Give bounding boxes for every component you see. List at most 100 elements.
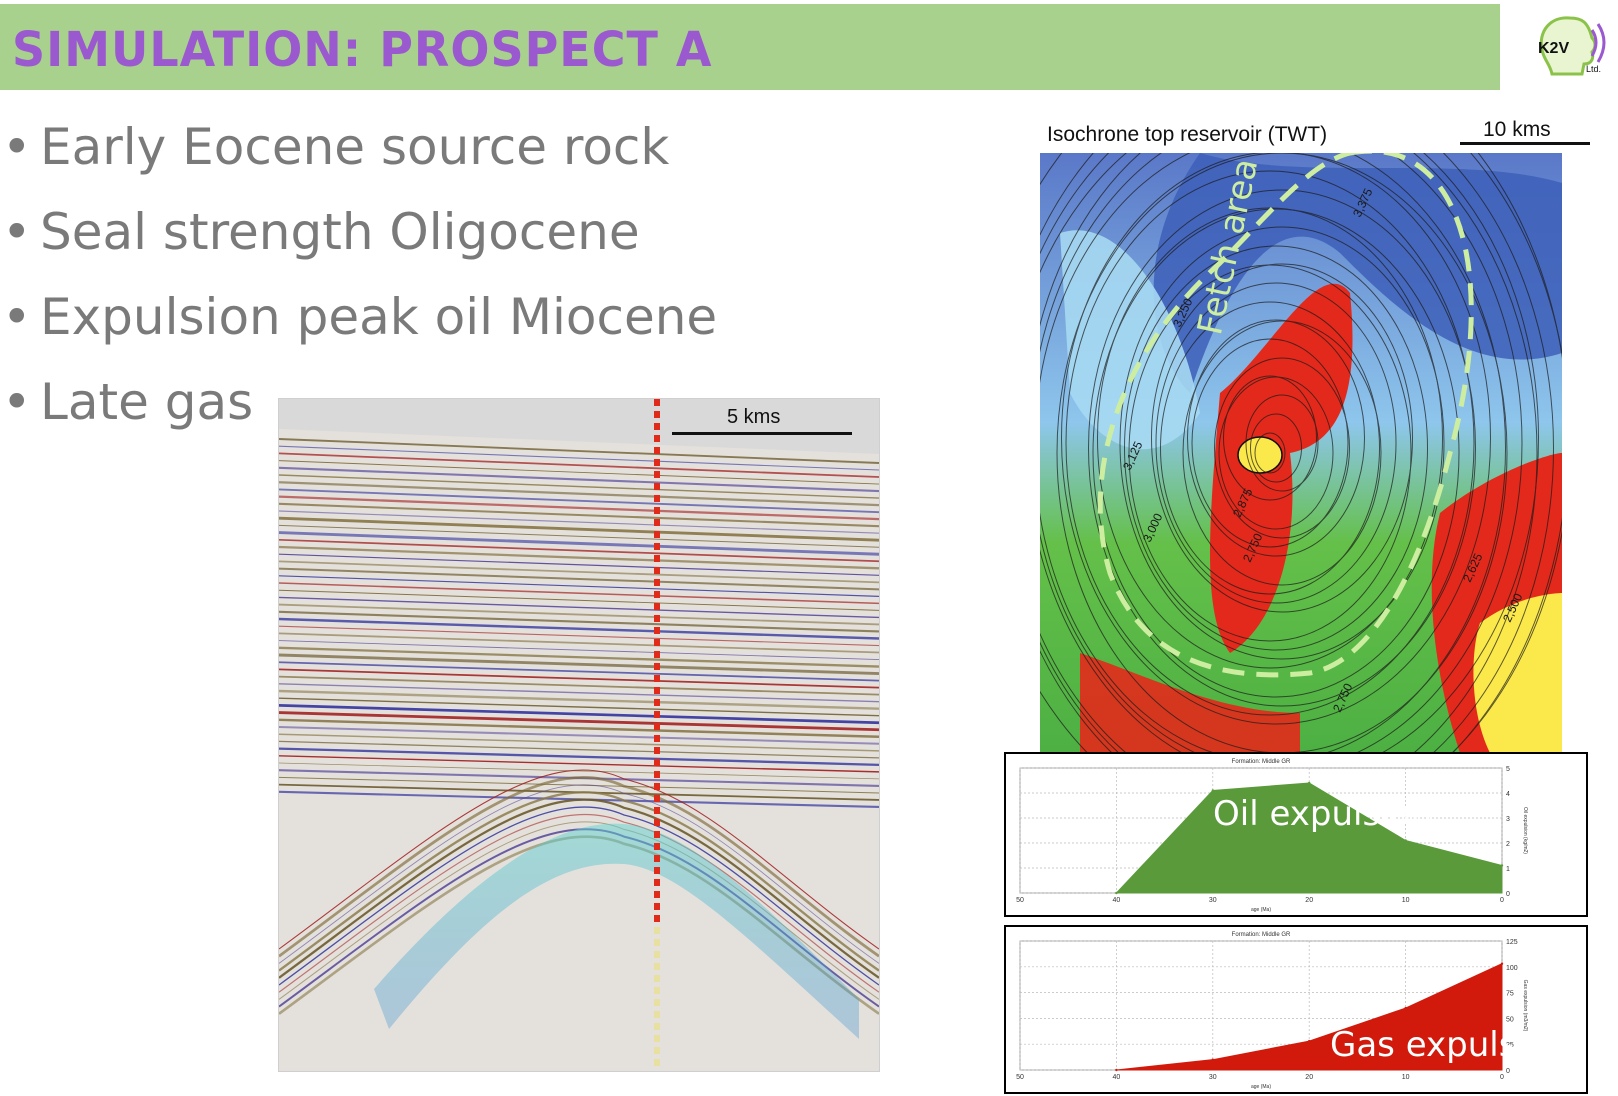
well-trace-dash	[654, 795, 660, 802]
well-trace-dash	[654, 903, 660, 910]
chart-x-tick-label: 10	[1402, 897, 1410, 904]
well-trace-dash	[654, 951, 660, 958]
well-trace-dash	[654, 567, 660, 574]
well-trace-dash	[654, 723, 660, 730]
well-trace-dash	[654, 1023, 660, 1030]
well-trace-dash	[654, 519, 660, 526]
chart-y-tick-label: 0	[1506, 1068, 1510, 1075]
chart-y-axis-label: Gas expulsion (m3/m2)	[1522, 980, 1528, 1032]
well-trace-dash	[654, 771, 660, 778]
well-trace-dash	[654, 975, 660, 982]
chart-y-tick-label: 100	[1506, 965, 1518, 972]
bullet-text: Seal strength Oligocene	[40, 203, 640, 261]
chart-point	[1115, 1068, 1118, 1072]
bullet-text: Early Eocene source rock	[40, 118, 670, 176]
k2v-logo: K2V Ltd.	[1530, 12, 1610, 82]
bullet-text: Late gas	[40, 373, 254, 431]
chart-y-axis-label: Oil expulsion (kg/m2)	[1522, 807, 1528, 854]
seismic-scale-bar	[672, 432, 852, 435]
map-scale-label: 10 kms	[1483, 118, 1551, 141]
chart-y-tick-label: 4	[1506, 791, 1510, 798]
well-trace-dash	[654, 759, 660, 766]
well-trace-dash	[654, 675, 660, 682]
chart-x-tick-label: 20	[1305, 1074, 1313, 1081]
well-trace-dash	[654, 1035, 660, 1042]
chart-y-tick-label: 5	[1506, 766, 1510, 773]
chart-x-tick-label: 30	[1209, 897, 1217, 904]
logo-text: K2V	[1538, 40, 1570, 57]
chart-point	[1500, 864, 1504, 867]
chart-point	[1308, 781, 1311, 785]
well-trace-dash	[654, 399, 660, 406]
well-trace-dash	[654, 855, 660, 862]
bullet-glyph: •	[2, 118, 32, 176]
well-trace-dash	[654, 531, 660, 538]
well-trace-dash	[654, 843, 660, 850]
well-trace-dash	[654, 627, 660, 634]
chart-x-tick-label: 20	[1305, 897, 1313, 904]
chart-x-tick-label: 10	[1402, 1074, 1410, 1081]
well-trace-dash	[654, 639, 660, 646]
well-trace-dash	[654, 867, 660, 874]
bullet-glyph: •	[2, 203, 32, 261]
well-trace-dash	[654, 891, 660, 898]
well-trace-dash	[654, 1059, 660, 1066]
chart-x-tick-label: 30	[1209, 1074, 1217, 1081]
well-trace-dash	[654, 507, 660, 514]
chart-point	[1404, 839, 1407, 842]
chart-x-axis-label: age (Ma)	[1251, 1084, 1271, 1090]
chart-point	[1308, 1039, 1311, 1043]
seismic-section-image	[278, 398, 880, 1072]
bullet-glyph: •	[2, 288, 32, 346]
well-trace-dash	[654, 831, 660, 838]
map-scale-bar	[1460, 142, 1590, 145]
chart-x-tick-label: 50	[1016, 1074, 1024, 1081]
seismic-scale-label: 5 kms	[727, 406, 781, 428]
logo-subtext: Ltd.	[1586, 64, 1602, 74]
well-trace-dash	[654, 423, 660, 430]
well-trace-dash	[654, 579, 660, 586]
chart-point	[1115, 891, 1118, 895]
chart-point	[1500, 962, 1504, 965]
well-trace-dash	[654, 543, 660, 550]
well-trace-dash	[654, 471, 660, 478]
well-trace-dash	[654, 591, 660, 598]
map-title: Isochrone top reservoir (TWT)	[1047, 123, 1328, 146]
well-trace-dash	[654, 807, 660, 814]
well-trace-dash	[654, 939, 660, 946]
well-trace-dash	[654, 699, 660, 706]
well-trace-dash	[654, 411, 660, 418]
chart-y-tick-label: 2	[1506, 841, 1510, 848]
well-trace-dash	[654, 711, 660, 718]
well-trace-dash	[654, 747, 660, 754]
chart-x-tick-label: 40	[1113, 1074, 1121, 1081]
well-trace-dash	[654, 687, 660, 694]
well-trace-dash	[654, 603, 660, 610]
title-bar: SIMULATION: PROSPECT A	[0, 4, 1500, 90]
slide-title: SIMULATION: PROSPECT A	[12, 20, 713, 78]
chart-title: Formation: Middle GR	[1232, 932, 1291, 938]
bullet-glyph: •	[2, 373, 32, 431]
well-trace-dash	[654, 819, 660, 826]
chart-x-tick-label: 0	[1500, 1074, 1504, 1081]
chart-point	[1211, 1058, 1214, 1061]
well-trace-dash	[654, 963, 660, 970]
well-trace-dash	[654, 435, 660, 442]
chart-x-axis-label: age (Ma)	[1251, 907, 1271, 913]
well-trace-dash	[654, 447, 660, 454]
chart-y-tick-label: 50	[1506, 1016, 1514, 1023]
well-trace-dash	[654, 651, 660, 658]
well-trace-dash	[654, 783, 660, 790]
well-trace-dash	[654, 459, 660, 466]
well-trace-dash	[654, 495, 660, 502]
chart-title: Formation: Middle GR	[1232, 759, 1291, 765]
oil-expulsion-label: Oil expulsion	[1213, 794, 1432, 834]
well-trace-dash	[654, 735, 660, 742]
well-trace-dash	[654, 927, 660, 934]
isochrone-map-image: 3,1253,2503,3753,0002,8752,7502,6252,500…	[1040, 153, 1562, 753]
chart-x-tick-label: 40	[1113, 897, 1121, 904]
oil-expulsion-chart: Formation: Middle GR 50 40 30 20 10 0 0 1 2 3 4 5 age…	[1004, 752, 1588, 917]
well-trace-dash	[654, 483, 660, 490]
well-trace-dash	[654, 987, 660, 994]
chart-y-tick-label: 1	[1506, 866, 1510, 873]
